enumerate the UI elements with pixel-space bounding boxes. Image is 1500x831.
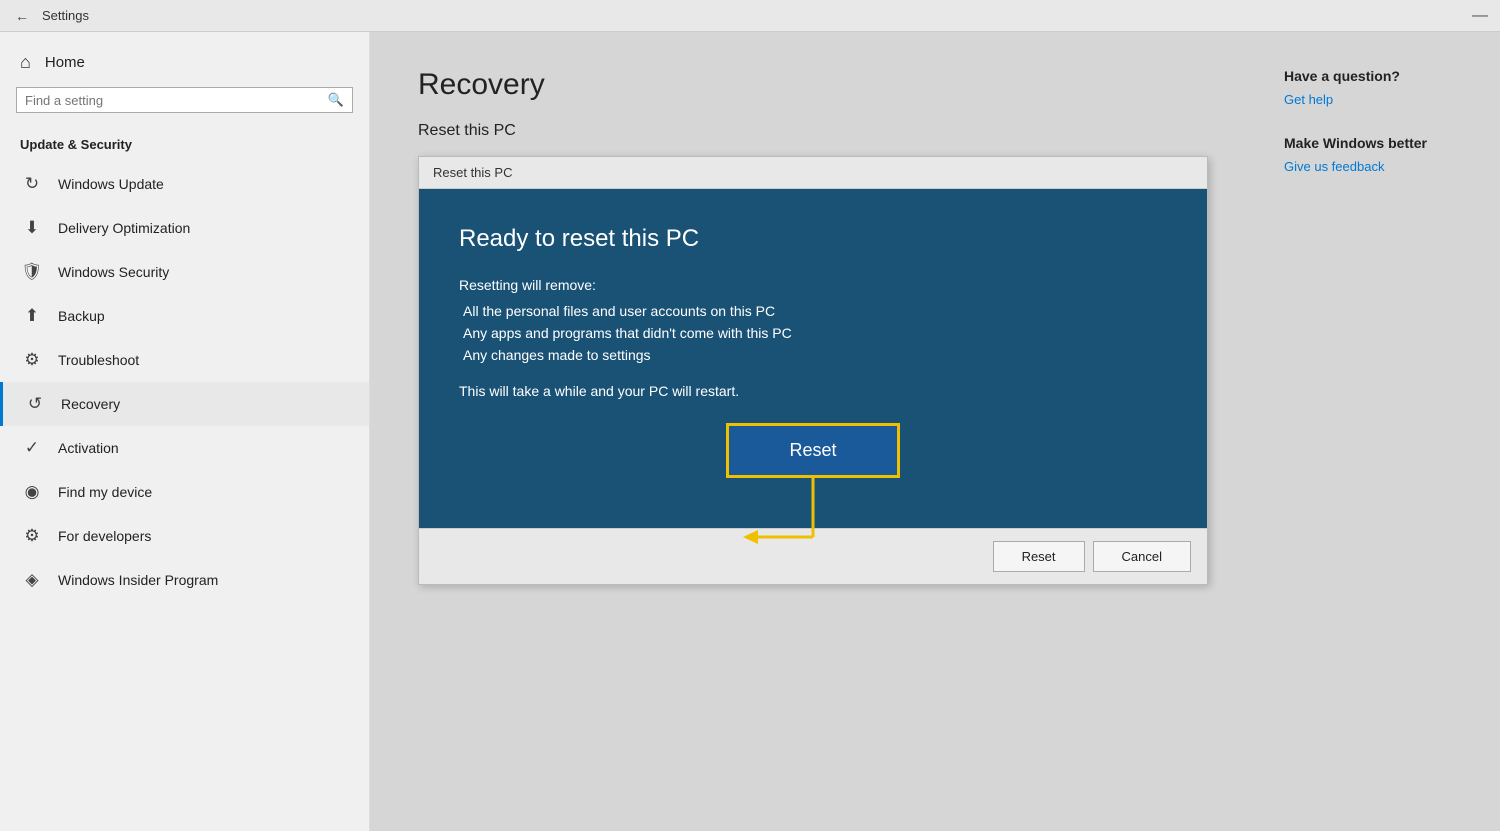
have-a-question-heading: Have a question?: [1284, 68, 1476, 84]
find-my-device-icon: ◉: [20, 482, 44, 502]
backup-icon: ⬆: [20, 306, 44, 326]
search-input[interactable]: [25, 93, 328, 108]
sidebar-item-label: Windows Update: [58, 176, 164, 192]
sidebar-item-find-my-device[interactable]: ◉ Find my device: [0, 470, 369, 514]
dialog-heading: Ready to reset this PC: [459, 225, 1167, 253]
activation-icon: ✓: [20, 438, 44, 458]
dialog-titlebar: Reset this PC: [419, 157, 1207, 189]
search-box[interactable]: 🔍: [16, 87, 353, 113]
home-label: Home: [45, 54, 85, 71]
right-panel: Have a question? Get help Make Windows b…: [1260, 32, 1500, 831]
make-windows-heading: Make Windows better: [1284, 135, 1476, 151]
windows-insider-icon: ◈: [20, 570, 44, 590]
sidebar-item-label: For developers: [58, 528, 151, 544]
cancel-button[interactable]: Cancel: [1093, 541, 1191, 572]
dialog-bottom-buttons: Reset Cancel: [419, 528, 1207, 584]
back-button[interactable]: ←: [12, 6, 32, 26]
sidebar-item-label: Find my device: [58, 484, 152, 500]
sidebar-item-label: Backup: [58, 308, 105, 324]
windows-update-icon: ↻: [20, 174, 44, 194]
windows-security-icon: 🛡: [20, 262, 44, 282]
sidebar-item-label: Windows Insider Program: [58, 572, 218, 588]
for-developers-icon: ⚙: [20, 526, 44, 546]
page-title: Recovery: [418, 68, 1212, 102]
sidebar-item-activation[interactable]: ✓ Activation: [0, 426, 369, 470]
recovery-icon: ↺: [23, 394, 47, 414]
sidebar-section-title: Update & Security: [0, 129, 369, 162]
sidebar-item-windows-insider-program[interactable]: ◈ Windows Insider Program: [0, 558, 369, 602]
main-content: Recovery Reset this PC Reset this PC Rea…: [370, 32, 1260, 831]
reset-dialog: Reset this PC Ready to reset this PC Res…: [418, 156, 1208, 585]
sidebar-item-delivery-optimization[interactable]: ⬇ Delivery Optimization: [0, 206, 369, 250]
get-help-link[interactable]: Get help: [1284, 92, 1476, 107]
sidebar-item-windows-update[interactable]: ↻ Windows Update: [0, 162, 369, 206]
sidebar-item-backup[interactable]: ⬆ Backup: [0, 294, 369, 338]
troubleshoot-icon: ⚙: [20, 350, 44, 370]
sidebar-item-windows-security[interactable]: 🛡 Windows Security: [0, 250, 369, 294]
dialog-bullet-2: Any apps and programs that didn't come w…: [459, 325, 1167, 341]
app-body: ⌂ Home 🔍 Update & Security ↻ Windows Upd…: [0, 32, 1500, 831]
delivery-optimization-icon: ⬇: [20, 218, 44, 238]
sidebar-item-label: Delivery Optimization: [58, 220, 190, 236]
give-feedback-link[interactable]: Give us feedback: [1284, 159, 1476, 174]
sidebar-item-label: Activation: [58, 440, 119, 456]
sidebar-item-home[interactable]: ⌂ Home: [0, 32, 369, 87]
dialog-removing-title: Resetting will remove:: [459, 277, 1167, 293]
sidebar-item-for-developers[interactable]: ⚙ For developers: [0, 514, 369, 558]
sidebar-item-troubleshoot[interactable]: ⚙ Troubleshoot: [0, 338, 369, 382]
search-icon: 🔍: [328, 92, 344, 108]
sidebar-item-label: Troubleshoot: [58, 352, 139, 368]
title-bar: ← Settings —: [0, 0, 1500, 32]
sidebar-item-label: Recovery: [61, 396, 120, 412]
sidebar-item-recovery[interactable]: ↺ Recovery: [0, 382, 369, 426]
sidebar: ⌂ Home 🔍 Update & Security ↻ Windows Upd…: [0, 32, 370, 831]
home-icon: ⌂: [20, 52, 31, 73]
dialog-bullet-3: Any changes made to settings: [459, 347, 1167, 363]
minimize-button[interactable]: —: [1472, 7, 1488, 25]
reset-button[interactable]: Reset: [993, 541, 1085, 572]
big-reset-button[interactable]: Reset: [726, 423, 899, 478]
sidebar-item-label: Windows Security: [58, 264, 169, 280]
dialog-blue-area: Ready to reset this PC Resetting will re…: [419, 189, 1207, 528]
dialog-bullet-1: All the personal files and user accounts…: [459, 303, 1167, 319]
app-title: Settings: [42, 8, 89, 23]
section-title: Reset this PC: [418, 122, 1212, 140]
dialog-footer-note: This will take a while and your PC will …: [459, 383, 1167, 399]
